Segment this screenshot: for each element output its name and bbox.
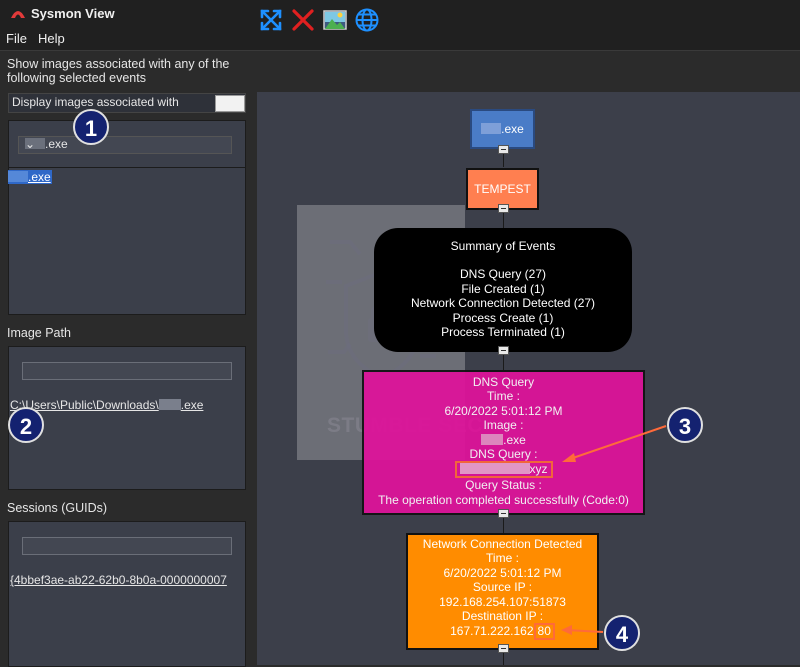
annotation-arrow-3 — [566, 425, 667, 461]
arrowhead-icon — [562, 453, 576, 462]
annotation-badge-4: 4 — [604, 615, 640, 651]
annotation-badge-3: 3 — [667, 407, 703, 443]
annotation-arrows — [561, 425, 667, 635]
arrowhead-icon — [561, 625, 572, 635]
annotation-badge-2: 2 — [8, 407, 44, 443]
annotation-badge-1: 1 — [73, 109, 109, 145]
